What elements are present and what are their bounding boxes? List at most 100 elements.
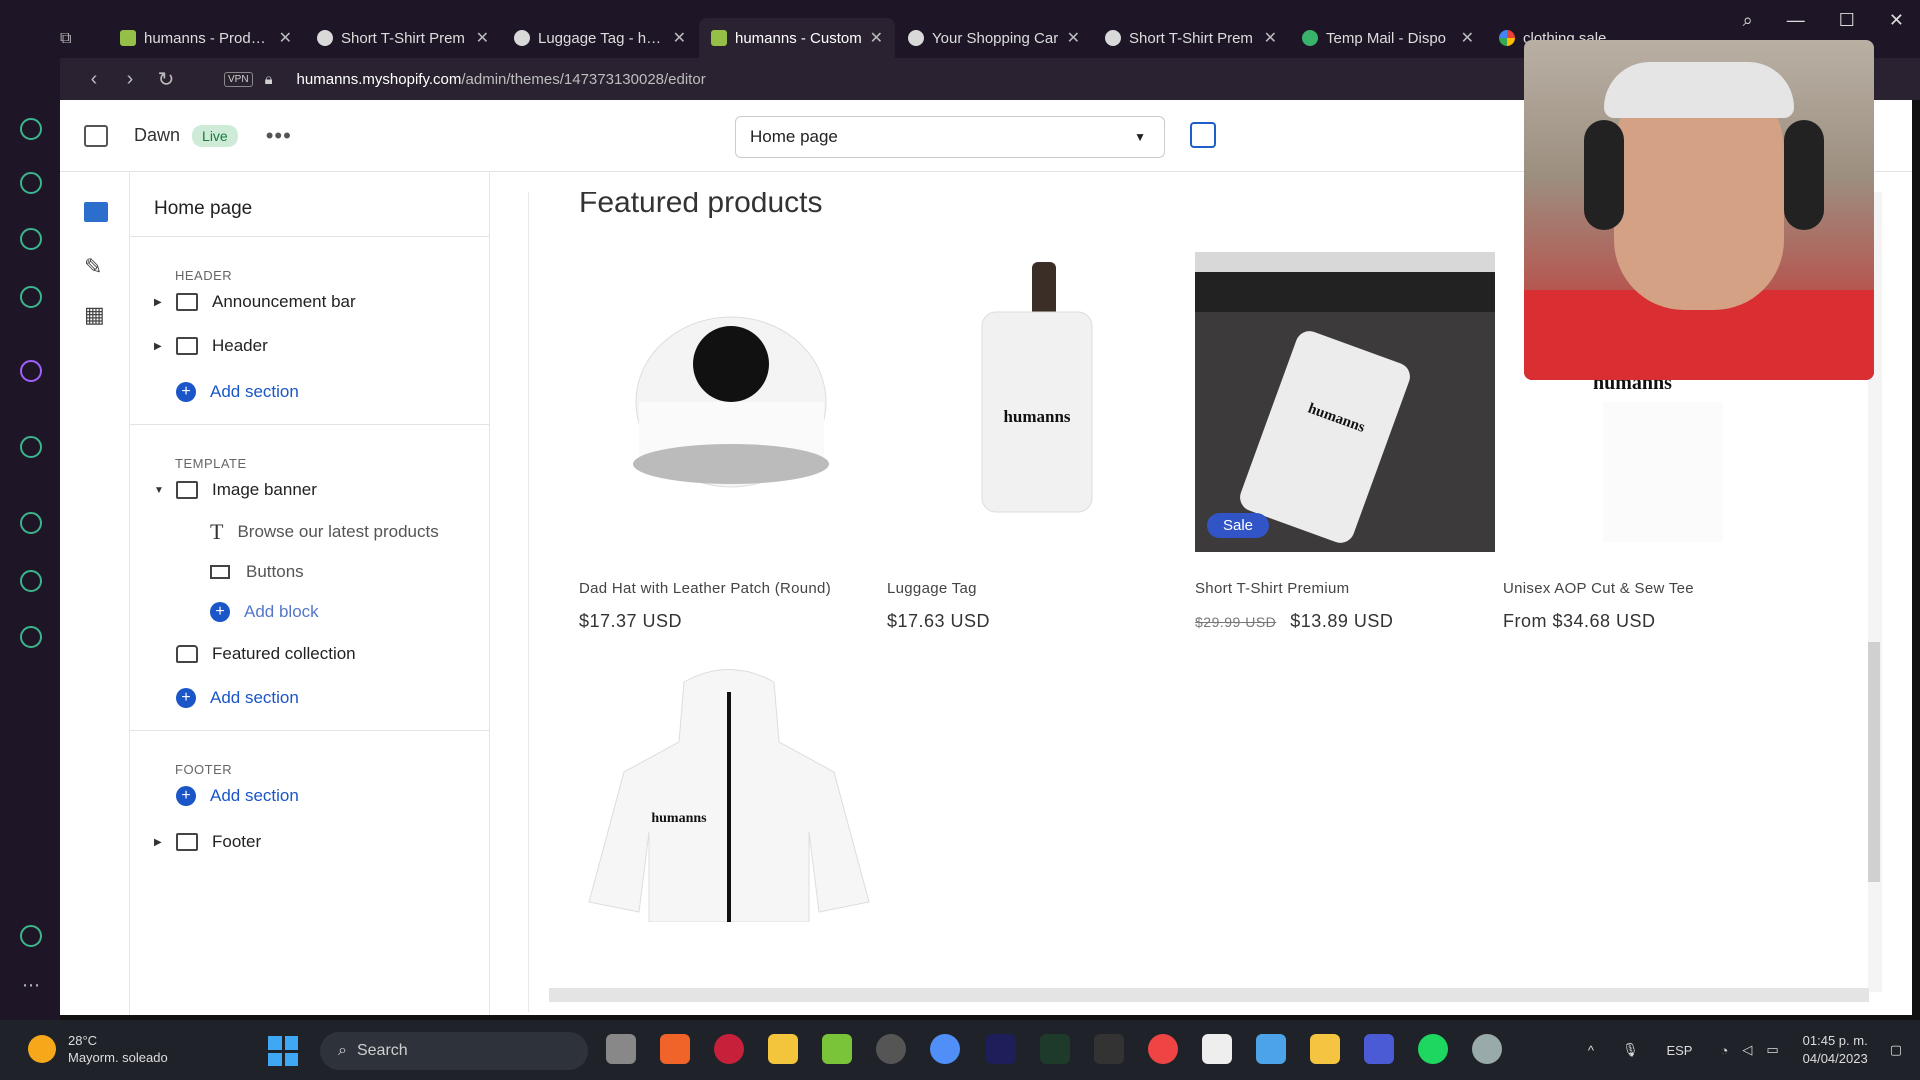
notification-icon[interactable]: ▢ bbox=[1890, 1042, 1902, 1058]
close-icon[interactable]: ✕ bbox=[1461, 28, 1474, 48]
language-indicator[interactable]: ESP bbox=[1666, 1043, 1692, 1058]
tray-chevron-icon[interactable]: ^ bbox=[1588, 1043, 1594, 1058]
messenger-icon[interactable] bbox=[20, 360, 42, 382]
wifi-icon[interactable]: ◔ bbox=[1720, 1043, 1728, 1058]
search-tabs-icon[interactable]: ⌕ bbox=[1743, 10, 1753, 31]
tab[interactable]: Short T-Shirt Prem ✕ bbox=[305, 18, 501, 58]
capcut-icon[interactable] bbox=[1202, 1034, 1232, 1064]
section-header[interactable]: ▶ Header bbox=[154, 332, 268, 360]
shopping-icon[interactable] bbox=[20, 172, 42, 194]
clock-icon[interactable] bbox=[20, 512, 42, 534]
whatsapp-icon[interactable] bbox=[20, 228, 42, 250]
product-name[interactable]: Short T-Shirt Premium bbox=[1195, 580, 1495, 597]
cube-icon[interactable] bbox=[20, 570, 42, 592]
preview-hscrollbar[interactable] bbox=[549, 988, 1869, 1002]
opera-icon[interactable] bbox=[714, 1034, 744, 1064]
back-icon[interactable]: ‹ bbox=[76, 68, 112, 91]
brush-icon[interactable]: ✎ bbox=[84, 254, 108, 279]
settings-icon[interactable] bbox=[20, 626, 42, 648]
inspector-icon[interactable] bbox=[1190, 122, 1216, 148]
battery-icon[interactable]: ▭ bbox=[1766, 1042, 1778, 1058]
section-announcement-bar[interactable]: ▶ Announcement bar bbox=[154, 288, 356, 316]
product-name[interactable]: Luggage Tag bbox=[887, 580, 1187, 597]
product-image-hat[interactable] bbox=[579, 252, 879, 552]
product-card[interactable]: Dad Hat with Leather Patch (Round) $17.3… bbox=[579, 252, 879, 632]
tab[interactable]: Luggage Tag - hum ✕ bbox=[502, 18, 698, 58]
tab[interactable]: Your Shopping Car ✕ bbox=[896, 18, 1092, 58]
play-icon[interactable] bbox=[20, 436, 42, 458]
url-field[interactable]: VPN 🔒︎ humanns.myshopify.com/admin/theme… bbox=[224, 64, 706, 94]
close-icon[interactable]: ✕ bbox=[1264, 28, 1277, 48]
forward-icon[interactable]: › bbox=[112, 68, 148, 91]
history-icon[interactable] bbox=[20, 118, 42, 140]
block-text[interactable]: T Browse our latest products bbox=[210, 518, 439, 546]
tab-active[interactable]: humanns - Custom ✕ bbox=[699, 18, 895, 58]
microphone-icon[interactable]: 🎙︎ bbox=[1622, 1042, 1639, 1058]
expand-icon[interactable]: ▶ bbox=[154, 297, 166, 308]
app-icon[interactable] bbox=[1364, 1034, 1394, 1064]
mail-icon[interactable] bbox=[1256, 1034, 1286, 1064]
tab[interactable]: Short T-Shirt Prem ✕ bbox=[1093, 18, 1289, 58]
section-image-banner[interactable]: ▼ Image banner bbox=[154, 476, 317, 504]
obs-icon[interactable] bbox=[876, 1034, 906, 1064]
more-icon[interactable]: ⋯ bbox=[22, 975, 40, 996]
collapse-icon[interactable]: ▼ bbox=[154, 485, 166, 496]
page-selector[interactable]: Home page ▼ bbox=[735, 116, 1165, 158]
file-explorer-icon[interactable] bbox=[768, 1034, 798, 1064]
section-featured-collection[interactable]: Featured collection bbox=[176, 640, 356, 668]
exit-icon[interactable] bbox=[84, 124, 108, 147]
sections-icon[interactable] bbox=[84, 202, 108, 222]
tab[interactable]: humanns - Producti ✕ bbox=[108, 18, 304, 58]
settings-icon[interactable] bbox=[1472, 1034, 1502, 1064]
app-icon[interactable] bbox=[822, 1034, 852, 1064]
product-card[interactable]: humanns Luggage Tag $17.63 USD bbox=[887, 252, 1187, 632]
product-image-hoodie[interactable]: humanns bbox=[579, 662, 879, 962]
more-actions-button[interactable]: ••• bbox=[266, 123, 292, 149]
spotify-icon[interactable] bbox=[1418, 1034, 1448, 1064]
add-section-header[interactable]: + Add section bbox=[176, 378, 299, 406]
product-card[interactable]: humanns bbox=[579, 662, 879, 962]
add-section-template[interactable]: + Add section bbox=[176, 684, 299, 712]
tab-actions-icon[interactable]: ⧉ bbox=[60, 30, 100, 48]
app-icon[interactable] bbox=[1040, 1034, 1070, 1064]
tab[interactable]: Temp Mail - Dispo ✕ bbox=[1290, 18, 1486, 58]
taskbar-search[interactable]: ⌕ Search bbox=[320, 1032, 588, 1070]
close-icon[interactable]: ✕ bbox=[870, 28, 883, 48]
extensions-icon[interactable] bbox=[20, 925, 42, 947]
section-footer[interactable]: ▶ Footer bbox=[154, 828, 261, 856]
browser-icon[interactable] bbox=[930, 1034, 960, 1064]
close-icon[interactable]: ✕ bbox=[1067, 28, 1080, 48]
close-icon[interactable]: ✕ bbox=[476, 28, 489, 48]
instagram-icon[interactable] bbox=[20, 286, 42, 308]
chrome-icon[interactable] bbox=[1148, 1034, 1178, 1064]
maximize-icon[interactable]: ☐ bbox=[1839, 10, 1855, 31]
close-icon[interactable]: ✕ bbox=[673, 28, 686, 48]
close-icon[interactable]: ✕ bbox=[279, 28, 292, 48]
product-name[interactable]: Unisex AOP Cut & Sew Tee bbox=[1503, 580, 1803, 597]
minimize-icon[interactable]: — bbox=[1787, 10, 1805, 31]
product-card[interactable]: humanns Sale Short T-Shirt Premium $29.9… bbox=[1195, 252, 1495, 632]
preview-scroll-thumb[interactable] bbox=[1868, 642, 1880, 882]
lock-icon[interactable]: 🔒︎ bbox=[265, 71, 273, 88]
close-window-icon[interactable]: ✕ bbox=[1889, 10, 1904, 31]
add-section-footer[interactable]: + Add section bbox=[176, 782, 299, 810]
expand-icon[interactable]: ▶ bbox=[154, 341, 166, 352]
volume-icon[interactable]: ◁ bbox=[1742, 1042, 1752, 1058]
clock[interactable]: 01:45 p. m. 04/04/2023 bbox=[1803, 1032, 1868, 1068]
product-image-tag[interactable]: humanns bbox=[887, 252, 1187, 552]
start-icon[interactable] bbox=[268, 1036, 298, 1066]
app-icon[interactable] bbox=[1094, 1034, 1124, 1064]
apps-icon[interactable]: ▦ bbox=[84, 302, 108, 327]
premiere-icon[interactable] bbox=[986, 1034, 1016, 1064]
store-icon[interactable] bbox=[1310, 1034, 1340, 1064]
add-block[interactable]: + Add block bbox=[210, 598, 319, 626]
brave-icon[interactable] bbox=[660, 1034, 690, 1064]
product-image-tee[interactable]: humanns Sale bbox=[1195, 252, 1495, 552]
vpn-icon[interactable]: VPN bbox=[224, 71, 253, 87]
expand-icon[interactable]: ▶ bbox=[154, 837, 166, 848]
weather-widget[interactable]: 28°C Mayorm. soleado bbox=[28, 1032, 168, 1066]
product-name[interactable]: Dad Hat with Leather Patch (Round) bbox=[579, 580, 879, 597]
reload-icon[interactable]: ↻ bbox=[148, 67, 184, 92]
task-view-icon[interactable] bbox=[606, 1034, 636, 1064]
block-buttons[interactable]: Buttons bbox=[210, 558, 304, 586]
